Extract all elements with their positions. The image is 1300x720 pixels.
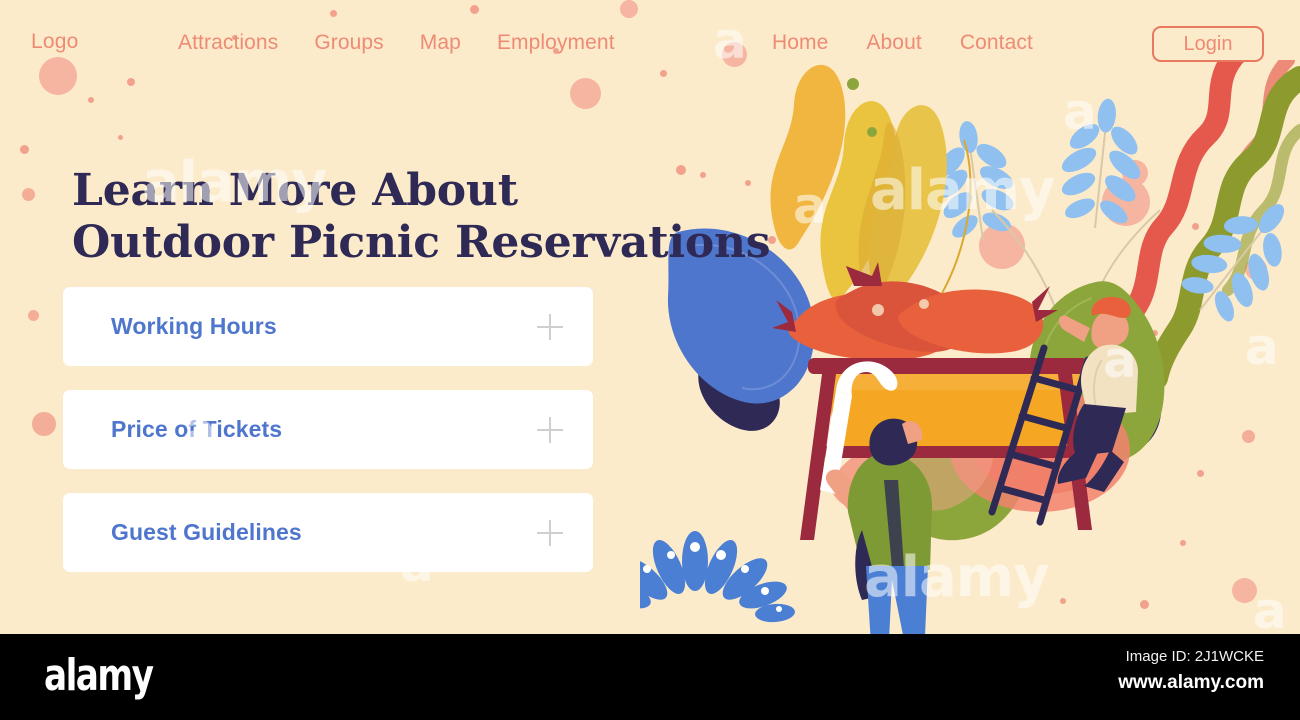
plus-icon[interactable] [537, 313, 563, 340]
accordion-item-guest-guidelines[interactable]: Guest Guidelines [63, 493, 593, 572]
primary-nav-links: Attractions Groups Map Employment [178, 31, 615, 55]
nav-link-map[interactable]: Map [420, 31, 461, 55]
nav-link-contact[interactable]: Contact [960, 31, 1033, 55]
nav-link-groups[interactable]: Groups [314, 31, 383, 55]
decorative-dot [118, 135, 123, 140]
accordion-label: Price of Tickets [111, 416, 283, 442]
secondary-nav-links: Home About Contact [772, 31, 1033, 55]
nav-link-employment[interactable]: Employment [497, 31, 615, 55]
nav-link-about[interactable]: About [866, 31, 921, 55]
decorative-dot [20, 145, 29, 154]
login-button[interactable]: Login [1152, 26, 1264, 62]
landing-page-screenshot: Logo Attractions Groups Map Employment H… [0, 0, 1300, 720]
nav-link-home[interactable]: Home [772, 31, 828, 55]
accordion-item-price-of-tickets[interactable]: Price of Tickets [63, 390, 593, 469]
decorative-dot [28, 310, 39, 321]
plus-icon[interactable] [537, 519, 563, 546]
page-title: Learn More About Outdoor Picnic Reservat… [72, 165, 772, 267]
decorative-dot [22, 188, 35, 201]
decorative-dot [88, 97, 94, 103]
alamy-url: www.alamy.com [1118, 672, 1264, 693]
accordion-item-working-hours[interactable]: Working Hours [63, 287, 593, 366]
alamy-logo: alamy [44, 650, 154, 701]
plus-icon[interactable] [537, 416, 563, 443]
site-logo[interactable]: Logo [31, 30, 79, 54]
hero-illustration [640, 60, 1300, 635]
decorative-dot [32, 412, 56, 436]
headline-line-1: Learn More About [72, 165, 518, 217]
headline-line-2: Outdoor Picnic Reservations [72, 216, 771, 268]
accordion-label: Guest Guidelines [111, 519, 302, 545]
nav-link-attractions[interactable]: Attractions [178, 31, 278, 55]
faq-accordion: Working Hours Price of Tickets Guest Gui… [63, 287, 593, 596]
alamy-watermark-bar: alamy Image ID: 2J1WCKE www.alamy.com [0, 634, 1300, 720]
image-id-label: Image ID: 2J1WCKE [1125, 648, 1264, 665]
accordion-label: Working Hours [111, 313, 277, 339]
top-navigation-bar: Logo Attractions Groups Map Employment H… [0, 0, 1300, 88]
